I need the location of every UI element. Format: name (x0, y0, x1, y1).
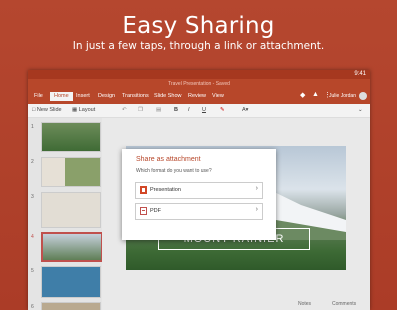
dialog-question: Which format do you want to use? (136, 168, 212, 174)
presentation-file-icon (140, 186, 147, 194)
tab-home[interactable]: Home (50, 92, 73, 101)
presentation-option-label: Presentation (150, 187, 181, 193)
slide-number: 1 (31, 124, 34, 130)
ribbon-toolbar: □ New Slide ▦ Layout ↶ ❐ ▤ B I U ✎ A▾ ⌄ (28, 104, 370, 118)
slide-thumbnail-2[interactable] (41, 157, 101, 187)
paste-icon[interactable]: ▤ (156, 106, 161, 115)
new-slide-label: New Slide (36, 107, 62, 113)
dialog-title: Share as attachment (136, 156, 201, 163)
slide-thumbnail-4[interactable] (41, 232, 103, 262)
italic-icon[interactable]: I (188, 106, 190, 115)
share-icon[interactable]: ▲ (312, 91, 319, 98)
bold-icon[interactable]: B (174, 106, 178, 115)
tab-design[interactable]: Design (98, 92, 115, 101)
slide-thumbnail-5[interactable] (41, 266, 101, 298)
tab-review[interactable]: Review (188, 92, 206, 101)
status-footer: Notes Comments (102, 300, 370, 310)
highlight-icon[interactable]: ✎ (220, 106, 225, 115)
slide-number: 5 (31, 268, 34, 274)
presentation-option[interactable]: Presentation › (135, 182, 263, 199)
slide-number: 6 (31, 304, 34, 310)
chevron-right-icon: › (255, 185, 258, 192)
ribbon-tabs: File Home Insert Design Transitions Slid… (28, 89, 370, 104)
pdf-option-label: PDF (150, 208, 161, 214)
underline-icon[interactable]: U (202, 106, 206, 115)
font-size-icon[interactable]: A▾ (242, 106, 248, 115)
slide-number: 4 (31, 234, 34, 240)
promo-subtitle: In just a few taps, through a link or at… (72, 40, 325, 52)
pdf-option[interactable]: PDF › (135, 203, 263, 220)
tab-slide-show[interactable]: Slide Show (154, 92, 182, 101)
layout-label: Layout (78, 107, 96, 113)
slide-number: 2 (31, 159, 34, 165)
tab-view[interactable]: View (212, 92, 224, 101)
pdf-file-icon (140, 207, 147, 215)
tab-insert[interactable]: Insert (76, 92, 90, 101)
notes-button[interactable]: Notes (298, 301, 311, 307)
slide-thumbnail-1[interactable] (41, 122, 101, 152)
collapse-ribbon-icon[interactable]: ⌄ (358, 106, 363, 115)
status-bar: 9:41 (28, 70, 370, 79)
new-slide-button[interactable]: □ New Slide (32, 106, 62, 115)
lightbulb-icon[interactable]: ◆ (300, 91, 305, 99)
comments-button[interactable]: Comments (332, 301, 356, 307)
share-attachment-dialog: Share as attachment Which format do you … (122, 149, 276, 240)
slide-thumbnail-6[interactable] (41, 302, 101, 310)
copy-icon[interactable]: ❐ (138, 106, 143, 115)
slide-thumbnail-3[interactable] (41, 192, 101, 228)
tab-file[interactable]: File (34, 92, 43, 101)
undo-icon[interactable]: ↶ (122, 106, 127, 115)
user-name: Julie Jordan (329, 93, 356, 99)
tab-transitions[interactable]: Transitions (122, 92, 149, 101)
chevron-right-icon: › (255, 206, 258, 213)
promo-title: Easy Sharing (122, 13, 275, 39)
avatar[interactable] (359, 92, 367, 100)
slide-number: 3 (31, 194, 34, 200)
window-title: Travel Presentation - Saved (28, 79, 370, 89)
status-time: 9:41 (354, 71, 366, 77)
slide-thumbnail-pane: 1 2 3 4 5 6 (28, 118, 103, 310)
layout-button[interactable]: ▦ Layout (72, 106, 95, 115)
